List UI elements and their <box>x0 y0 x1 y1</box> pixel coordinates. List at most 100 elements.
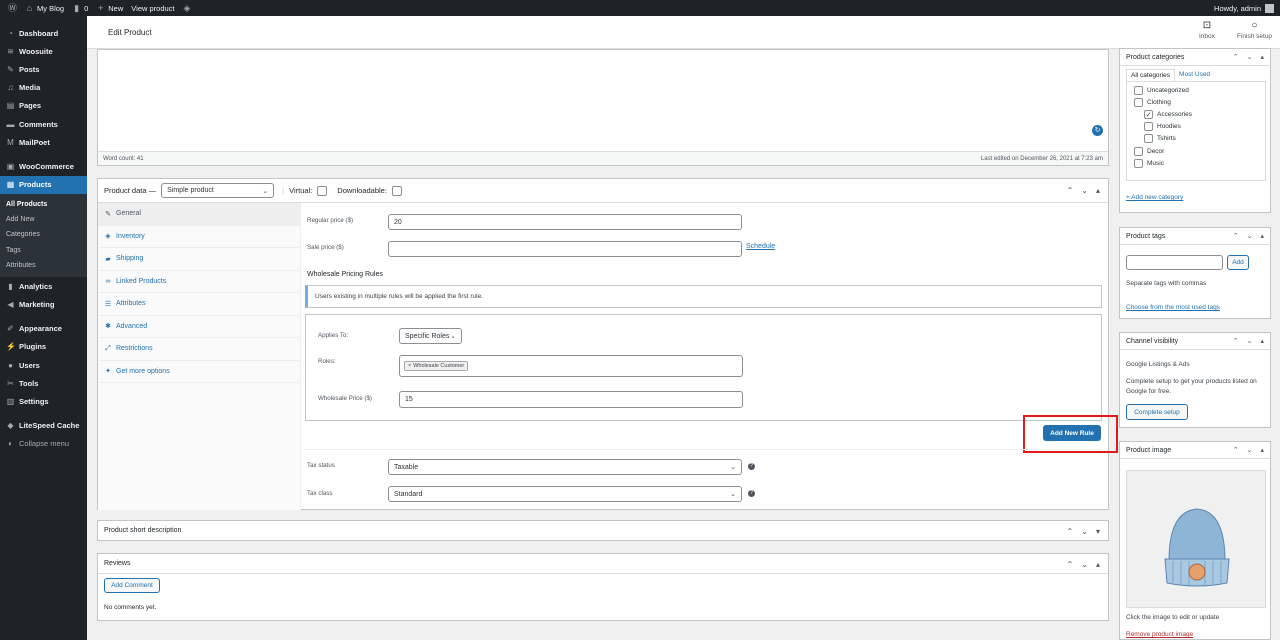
move-down-icon[interactable]: ⌄ <box>1247 337 1253 345</box>
menu-media[interactable]: ♫ Media <box>0 79 87 97</box>
move-down-icon[interactable]: ⌄ <box>1081 186 1088 195</box>
litespeed-icon[interactable]: ◈ <box>183 3 192 13</box>
tag-input[interactable] <box>1126 255 1223 270</box>
grammar-check-icon[interactable]: ↻ <box>1092 125 1103 136</box>
downloadable-checkbox[interactable] <box>391 185 402 196</box>
comments-link[interactable]: ▮ 0 <box>72 3 88 13</box>
new-content-link[interactable]: + New <box>96 3 123 13</box>
menu-comments[interactable]: ▬ Comments <box>0 115 87 133</box>
menu-products[interactable]: ▦ Products <box>0 175 87 194</box>
remove-image-link[interactable]: Remove product image <box>1126 630 1193 640</box>
menu-analytics[interactable]: ▮ Analytics <box>0 277 87 295</box>
site-name-link[interactable]: ⌂ My Blog <box>25 3 64 13</box>
tab-advanced[interactable]: ✱ Advanced <box>98 316 300 338</box>
toggle-panel-icon[interactable]: ▴ <box>1096 186 1100 195</box>
sale-price-input[interactable] <box>388 241 742 257</box>
help-icon[interactable]: ? <box>748 463 755 470</box>
submenu-categories[interactable]: Categories <box>0 227 87 242</box>
toggle-panel-icon[interactable]: ▴ <box>1260 337 1264 345</box>
category-item[interactable]: Music <box>1134 159 1164 168</box>
toggle-panel-icon[interactable]: ▴ <box>1260 446 1264 454</box>
move-up-icon[interactable]: ⌃ <box>1233 446 1239 454</box>
add-new-category-link[interactable]: + Add new category <box>1126 194 1183 201</box>
collapse-menu-button[interactable]: ◐ Collapse menu <box>0 435 87 453</box>
category-checkbox-checked[interactable]: ✓ <box>1144 110 1153 119</box>
menu-settings[interactable]: ▥ Settings <box>0 392 87 410</box>
menu-users[interactable]: ● Users <box>0 356 87 374</box>
submenu-attributes[interactable]: Attributes <box>0 258 87 273</box>
add-tag-button[interactable]: Add <box>1227 255 1249 270</box>
complete-setup-button[interactable]: Complete setup <box>1126 404 1188 420</box>
short-description-panel[interactable]: Product short description ⌃ ⌄ ▾ <box>97 520 1109 541</box>
move-down-icon[interactable]: ⌄ <box>1247 232 1253 240</box>
view-product-link[interactable]: View product <box>131 4 174 13</box>
toggle-panel-icon[interactable]: ▴ <box>1260 53 1264 61</box>
add-comment-button[interactable]: Add Comment <box>104 578 160 593</box>
help-icon[interactable]: ? <box>748 490 755 497</box>
menu-appearance[interactable]: ✐ Appearance <box>0 320 87 338</box>
menu-woosuite[interactable]: ≋ Woosuite <box>0 42 87 60</box>
tab-linked-products[interactable]: ∞ Linked Products <box>98 271 300 293</box>
product-type-select[interactable]: Simple product ⌄ <box>161 183 275 198</box>
finish-setup-button[interactable]: ○ Finish setup <box>1237 21 1272 41</box>
category-checkbox[interactable] <box>1134 159 1143 168</box>
category-item[interactable]: ✓ Accessories <box>1144 110 1192 119</box>
tax-status-select[interactable]: Taxable ⌄ <box>388 459 742 475</box>
tab-inventory[interactable]: ◈ Inventory <box>98 226 300 248</box>
product-image[interactable] <box>1126 470 1266 608</box>
virtual-checkbox[interactable] <box>317 185 328 196</box>
category-checkbox[interactable] <box>1134 147 1143 156</box>
submenu-all-products[interactable]: All Products <box>0 197 87 212</box>
category-item[interactable]: Decor <box>1134 147 1164 156</box>
move-up-icon[interactable]: ⌃ <box>1233 337 1239 345</box>
category-checkbox[interactable] <box>1134 98 1143 107</box>
role-tag[interactable]: × Wholesale Customer <box>404 361 469 371</box>
tab-attributes[interactable]: ☰ Attributes <box>98 293 300 316</box>
regular-price-input[interactable]: 20 <box>388 214 742 230</box>
category-item[interactable]: Uncategorized <box>1134 86 1189 95</box>
menu-pages[interactable]: ▤ Pages <box>0 97 87 115</box>
remove-tag-icon[interactable]: × <box>408 363 411 369</box>
category-checkbox[interactable] <box>1134 86 1143 95</box>
wholesale-price-input[interactable]: 15 <box>399 391 743 408</box>
schedule-link[interactable]: Schedule <box>746 243 775 250</box>
category-item[interactable]: Clothing <box>1134 98 1171 107</box>
tab-get-more-options[interactable]: ✦ Get more options <box>98 361 300 383</box>
menu-woocommerce[interactable]: ▣ WooCommerce <box>0 157 87 175</box>
category-checkbox[interactable] <box>1144 122 1153 131</box>
toggle-panel-icon[interactable]: ▾ <box>1096 527 1100 536</box>
menu-marketing[interactable]: ◀ Marketing <box>0 295 87 313</box>
menu-litespeed-cache[interactable]: ◆ LiteSpeed Cache <box>0 416 87 434</box>
category-item[interactable]: Tshirts <box>1144 134 1176 143</box>
wordpress-logo-icon[interactable]: Ⓦ <box>8 3 17 13</box>
category-checkbox[interactable] <box>1144 134 1153 143</box>
move-up-icon[interactable]: ⌃ <box>1233 232 1239 240</box>
roles-multiselect[interactable]: × Wholesale Customer <box>399 355 743 377</box>
menu-dashboard[interactable]: ◔ Dashboard <box>0 24 87 42</box>
inbox-button[interactable]: ⊡ Inbox <box>1199 21 1215 41</box>
tab-all-categories[interactable]: All categories <box>1126 69 1176 81</box>
submenu-add-new[interactable]: Add New <box>0 212 87 227</box>
move-up-icon[interactable]: ⌃ <box>1067 527 1074 536</box>
move-up-icon[interactable]: ⌃ <box>1067 560 1074 569</box>
tab-shipping[interactable]: ▰ Shipping <box>98 248 300 271</box>
tax-class-select[interactable]: Standard ⌄ <box>388 486 742 502</box>
move-up-icon[interactable]: ⌃ <box>1067 186 1074 195</box>
my-account-link[interactable]: Howdy, admin <box>1214 3 1274 13</box>
applies-to-select[interactable]: Specific Roles ⌄ <box>399 328 462 344</box>
move-down-icon[interactable]: ⌄ <box>1081 560 1088 569</box>
toggle-panel-icon[interactable]: ▴ <box>1096 560 1100 569</box>
move-down-icon[interactable]: ⌄ <box>1247 53 1253 61</box>
menu-tools[interactable]: ✂ Tools <box>0 374 87 392</box>
tab-restrictions[interactable]: ⤢ Restrictions <box>98 338 300 361</box>
submenu-tags[interactable]: Tags <box>0 243 87 258</box>
menu-plugins[interactable]: ⚡ Plugins <box>0 338 87 356</box>
tab-most-used[interactable]: Most Used <box>1175 69 1214 81</box>
category-item[interactable]: Hoodies <box>1144 122 1181 131</box>
tab-general[interactable]: ✎ General <box>98 203 300 226</box>
menu-mailpoet[interactable]: M MailPoet <box>0 133 87 151</box>
move-down-icon[interactable]: ⌄ <box>1081 527 1088 536</box>
choose-tags-link[interactable]: Choose from the most used tags <box>1126 303 1220 313</box>
move-up-icon[interactable]: ⌃ <box>1233 53 1239 61</box>
toggle-panel-icon[interactable]: ▴ <box>1260 232 1264 240</box>
